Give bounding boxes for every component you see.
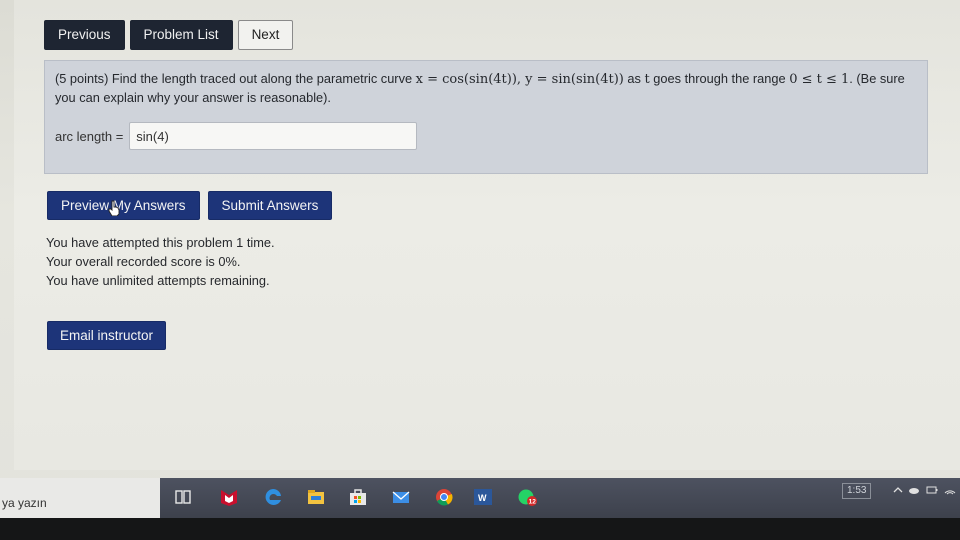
- battery-icon[interactable]: [926, 483, 938, 497]
- windows-taskbar: ya yazın W 12 1:53: [0, 478, 960, 518]
- problem-list-button[interactable]: Problem List: [129, 20, 233, 50]
- attempts-line: You have attempted this problem 1 time.: [46, 235, 275, 250]
- preview-answers-button[interactable]: Preview My Answers: [47, 191, 200, 220]
- search-text: ya yazın: [2, 496, 47, 510]
- next-button[interactable]: Next: [237, 20, 294, 50]
- t-range: 0 ≤ t ≤ 1: [789, 72, 850, 87]
- score-line: Your overall recorded score is 0%.: [46, 254, 241, 269]
- taskbar-search[interactable]: ya yazın: [0, 478, 160, 518]
- task-view-icon[interactable]: [172, 486, 194, 508]
- submit-answers-button[interactable]: Submit Answers: [207, 191, 333, 220]
- arc-length-input[interactable]: [129, 122, 418, 150]
- problem-range-text: goes through the range: [649, 71, 790, 86]
- problem-nav: Previous Problem List Next: [44, 20, 294, 50]
- monitor-bezel: [0, 518, 960, 540]
- previous-button[interactable]: Previous: [44, 20, 125, 50]
- webwork-page: Previous Problem List Next (5 points) Fi…: [14, 0, 960, 470]
- problem-box: (5 points) Find the length traced out al…: [44, 60, 928, 174]
- mail-icon[interactable]: [390, 486, 412, 508]
- notification-badge: 12: [529, 499, 537, 506]
- word-icon[interactable]: W: [472, 486, 494, 508]
- word-label: W: [478, 493, 487, 503]
- whatsapp-icon[interactable]: 12: [516, 486, 538, 508]
- wifi-icon[interactable]: [944, 483, 956, 497]
- mcafee-icon[interactable]: [218, 486, 240, 508]
- edge-icon[interactable]: [262, 486, 284, 508]
- answer-row: arc length =: [55, 122, 418, 150]
- chrome-icon[interactable]: [433, 486, 455, 508]
- system-clock[interactable]: 1:53: [842, 483, 872, 499]
- arc-length-label: arc length =: [55, 128, 124, 144]
- attempt-status: You have attempted this problem 1 time. …: [46, 233, 275, 290]
- hand-cursor-icon: [108, 200, 120, 216]
- curve-equation: x = cos(sin(4t)), y = sin(sin(4t)): [415, 72, 624, 87]
- store-icon[interactable]: [347, 486, 369, 508]
- problem-mid: as: [623, 71, 645, 86]
- file-explorer-icon[interactable]: [305, 486, 327, 508]
- answer-actions: Preview My Answers Submit Answers: [47, 191, 333, 220]
- email-instructor-button[interactable]: Email instructor: [47, 321, 167, 350]
- onedrive-icon[interactable]: [908, 483, 920, 497]
- problem-statement: (5 points) Find the length traced out al…: [55, 70, 925, 107]
- chevron-up-icon[interactable]: [892, 483, 904, 497]
- remaining-line: You have unlimited attempts remaining.: [46, 273, 270, 288]
- problem-intro: (5 points) Find the length traced out al…: [55, 71, 416, 86]
